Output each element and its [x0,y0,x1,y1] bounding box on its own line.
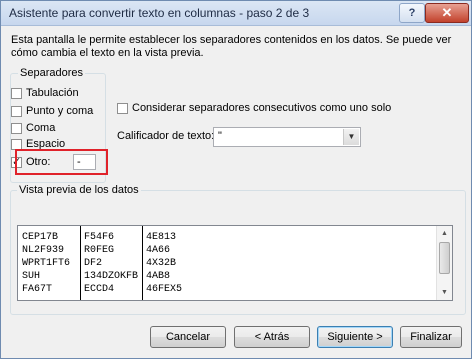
cancel-button[interactable]: Cancelar [150,326,226,348]
close-button[interactable]: ✕ [425,3,469,23]
semicolon-label: Punto y coma [26,105,94,117]
dialog-window: Asistente para convertir texto en column… [0,0,472,359]
description-text: Esta pantalla le permite establecer los … [11,34,452,59]
text-qualifier-value: " [218,130,222,142]
semicolon-checkbox[interactable] [11,106,22,117]
preview-cell: 4X32B [146,258,177,269]
separators-legend: Separadores [18,67,85,79]
preview-cell: 4E813 [146,232,177,243]
preview-cell: CEP17B [22,232,59,243]
consecutive-checkbox[interactable] [117,103,128,114]
preview-scrollbar[interactable]: ▲ ▼ [436,226,452,300]
preview-legend: Vista previa de los datos [17,184,141,196]
comma-label: Coma [26,122,56,134]
preview-cell: ECCD4 [84,284,115,295]
next-button[interactable]: Siguiente > [317,326,393,348]
text-qualifier-select[interactable]: " ▼ [213,127,361,147]
back-button[interactable]: < Atrás [234,326,310,348]
highlight-box [15,149,108,175]
preview-cell: NL2F939 [22,245,65,256]
text-qualifier-label: Calificador de texto: [117,130,215,142]
preview-cell: SUH [22,271,41,282]
consecutive-label: Considerar separadores consecutivos como… [132,102,392,114]
preview-cell: DF2 [84,258,103,269]
chevron-down-icon[interactable]: ▼ [343,129,359,145]
preview-cell: 46FEX5 [146,284,183,295]
tab-checkbox[interactable] [11,88,22,99]
window-title: Asistente para convertir texto en column… [9,6,310,20]
comma-checkbox[interactable] [11,123,22,134]
preview-cell: 4AB8 [146,271,171,282]
preview-cell: WPRT1FT6 [22,258,71,269]
data-preview[interactable]: CEP17B F54F6 4E813 NL2F939 R0FEG 4A66 WP… [17,225,453,301]
preview-cell: 4A66 [146,245,171,256]
column-separator-1[interactable] [80,226,81,300]
scrollbar-thumb[interactable] [439,242,450,274]
title-bar[interactable]: Asistente para convertir texto en column… [1,1,471,26]
help-button[interactable]: ? [399,3,425,23]
tab-label: Tabulación [26,87,79,99]
column-separator-2[interactable] [142,226,143,300]
scroll-down-icon[interactable]: ▼ [438,286,451,299]
finish-button[interactable]: Finalizar [400,326,462,348]
preview-cell: FA67T [22,284,53,295]
preview-cell: F54F6 [84,232,115,243]
preview-cell: R0FEG [84,245,115,256]
preview-cell: 134DZOKFB [84,271,139,282]
scroll-up-icon[interactable]: ▲ [438,227,451,240]
